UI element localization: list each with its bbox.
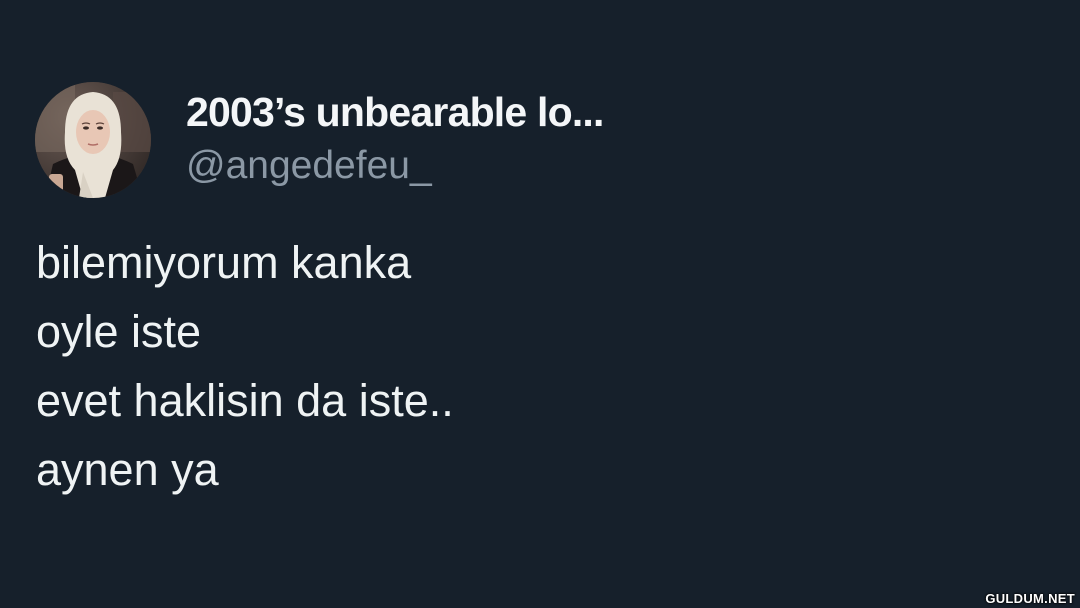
tweet-line: bilemiyorum kanka <box>36 237 412 288</box>
avatar[interactable] <box>35 82 151 198</box>
user-handle[interactable]: @angedefeu_ <box>186 141 432 191</box>
tweet-line: oyle iste <box>36 306 202 357</box>
profile-photo-icon <box>35 82 151 198</box>
display-name[interactable]: 2003’s unbearable lo... <box>186 86 604 138</box>
tweet-card: 2003’s unbearable lo... @angedefeu_ bile… <box>0 0 1080 608</box>
tweet-text: bilemiyorum kanka oyle iste evet haklisi… <box>36 228 1036 504</box>
watermark: GULDUM.NET <box>985 591 1075 606</box>
tweet-line: evet haklisin da iste.. <box>36 375 454 426</box>
tweet-line: aynen ya <box>36 444 219 495</box>
